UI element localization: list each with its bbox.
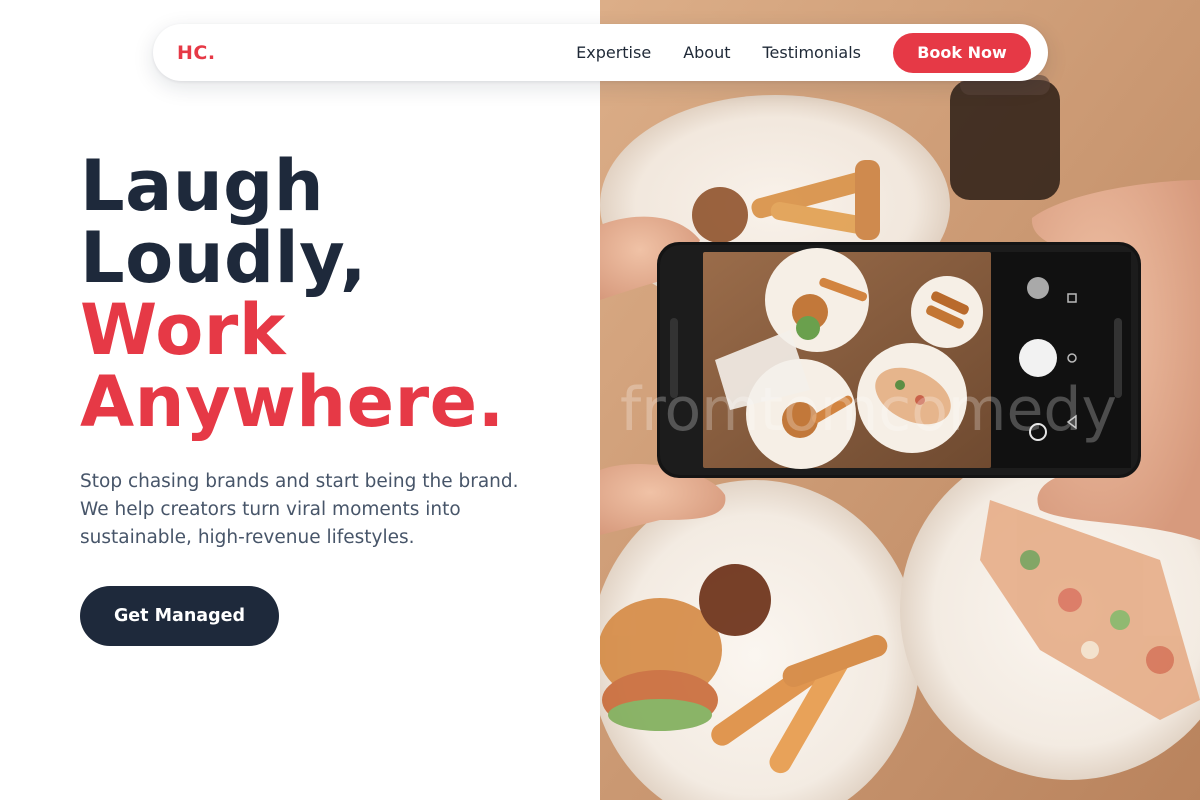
book-now-button[interactable]: Book Now [893, 32, 1031, 73]
watermark-text: fromtomcomedy [620, 375, 1117, 445]
nav-link-testimonials[interactable]: Testimonials [763, 43, 862, 62]
food-photo-illustration: fromtomcomedy [600, 0, 1200, 800]
headline-line-2: Loudly, [80, 217, 367, 299]
hero-content: Laugh Loudly, Work Anywhere. Stop chasin… [80, 150, 580, 646]
hero-subtext: Stop chasing brands and start being the … [80, 471, 519, 548]
headline-line-4: Anywhere. [80, 361, 505, 443]
headline-line-1: Laugh [80, 145, 325, 227]
hero-image: fromtomcomedy [600, 0, 1200, 800]
get-managed-button[interactable]: Get Managed [80, 586, 279, 646]
nav-link-expertise[interactable]: Expertise [576, 43, 651, 62]
nav-links: Expertise About Testimonials [576, 43, 861, 62]
nav-link-about[interactable]: About [683, 43, 730, 62]
logo[interactable]: HC. [177, 42, 216, 64]
hero-headline: Laugh Loudly, Work Anywhere. [80, 150, 580, 438]
navbar: HC. Expertise About Testimonials Book No… [153, 24, 1048, 81]
headline-line-3: Work [80, 289, 286, 371]
